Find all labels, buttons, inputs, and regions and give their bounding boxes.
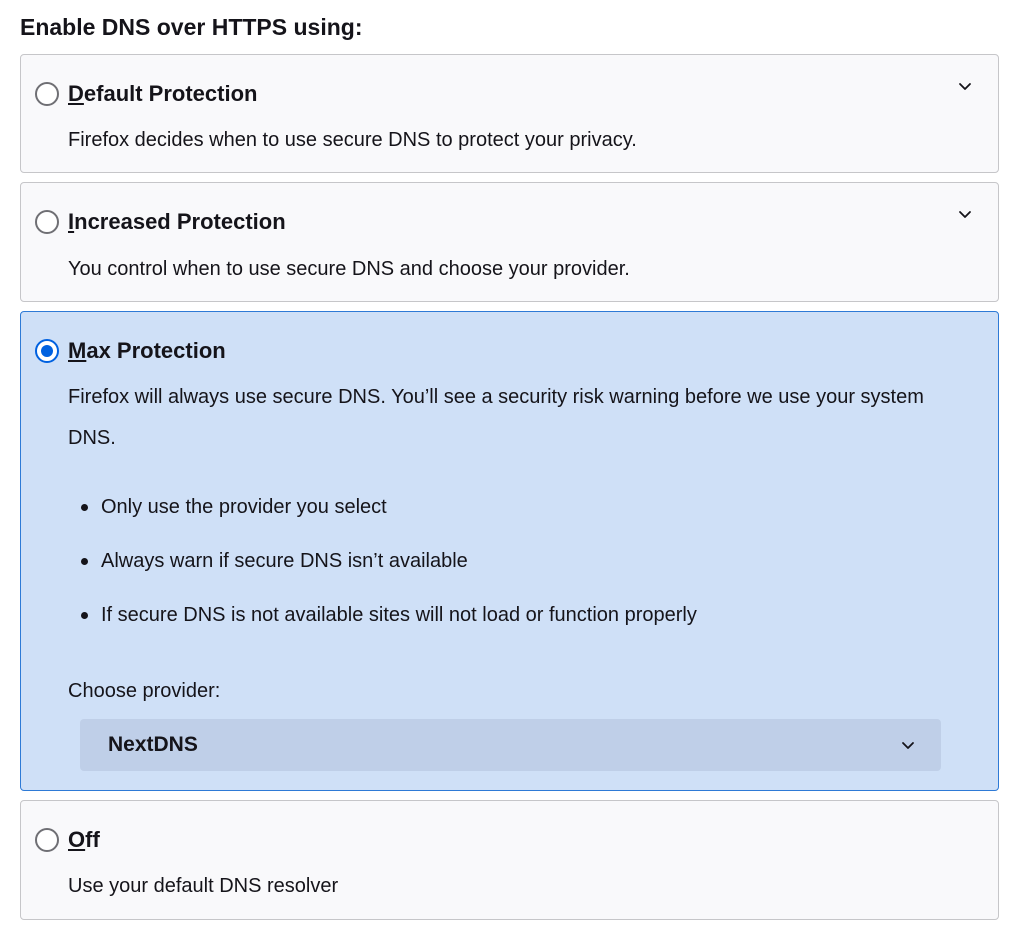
access-key: O [68, 827, 86, 852]
option-description: Firefox decides when to use secure DNS t… [68, 129, 637, 151]
provider-select[interactable]: NextDNS [80, 719, 941, 771]
provider-label: Choose provider: [68, 680, 221, 702]
option-max-protection[interactable]: Max Protection Firefox will always use s… [20, 311, 999, 791]
radio-default-protection[interactable] [35, 82, 59, 106]
radio-max-protection[interactable] [35, 339, 59, 363]
provider-select-value: NextDNS [108, 733, 198, 756]
list-item: Always warn if secure DNS isn’t availabl… [81, 534, 697, 588]
section-heading: Enable DNS over HTTPS using: [20, 14, 363, 40]
option-description: Use your default DNS resolver [68, 875, 339, 897]
access-key: M [68, 338, 87, 363]
option-title: Default Protection [68, 81, 257, 107]
option-description: You control when to use secure DNS and c… [68, 258, 630, 280]
radio-increased-protection[interactable] [35, 210, 59, 234]
list-item: Only use the provider you select [81, 480, 697, 534]
title-text: ax Protection [86, 338, 226, 363]
option-title: Max Protection [68, 338, 226, 364]
option-increased-protection[interactable]: Increased Protection You control when to… [20, 182, 999, 302]
option-off[interactable]: Off Use your default DNS resolver [20, 800, 999, 920]
chevron-down-icon[interactable] [958, 207, 972, 221]
option-default-protection[interactable]: Default Protection Firefox decides when … [20, 54, 999, 173]
title-text: ncreased Protection [74, 209, 286, 234]
title-text: efault Protection [83, 81, 258, 106]
option-title: Increased Protection [68, 209, 286, 235]
option-title: Off [68, 827, 100, 853]
radio-off[interactable] [35, 828, 59, 852]
option-description: Firefox will always use secure DNS. You’… [68, 386, 924, 449]
list-item: If secure DNS is not available sites wil… [81, 588, 697, 642]
chevron-down-icon [901, 738, 915, 752]
feature-list: Only use the provider you select Always … [81, 480, 697, 642]
access-key: D [68, 81, 84, 106]
chevron-down-icon[interactable] [958, 79, 972, 93]
title-text: ff [85, 827, 100, 852]
